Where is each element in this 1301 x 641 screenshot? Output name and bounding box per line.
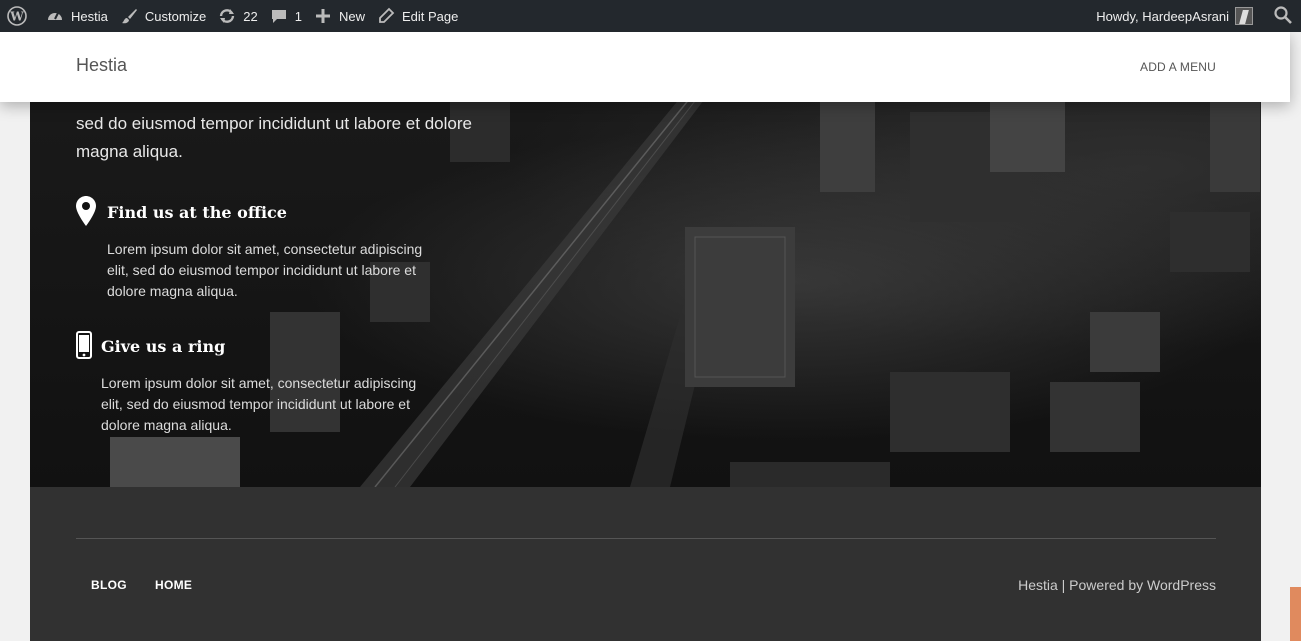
site-brand[interactable]: Hestia (76, 55, 127, 76)
dashboard-icon (45, 6, 65, 26)
paintbrush-icon (119, 6, 139, 26)
contact-lead-text: sed do eiusmod tempor incididunt ut labo… (76, 114, 472, 161)
site-name-menu[interactable]: Hestia (45, 0, 119, 32)
customize-label: Customize (144, 8, 207, 24)
wordpress-icon: W (7, 6, 27, 26)
office-text: Lorem ipsum dolor sit amet, consectetur … (107, 241, 423, 299)
wordpress-logo-menu[interactable]: W (0, 0, 45, 32)
map-marker-icon (76, 196, 96, 231)
site-footer: BLOG HOME Hestia | Powered by WordPress (30, 487, 1261, 641)
updates-link[interactable]: 22 (217, 0, 268, 32)
copyright-site: Hestia (1018, 577, 1058, 593)
footer-nav-blog[interactable]: BLOG (91, 578, 127, 592)
site-name-label: Hestia (71, 8, 108, 24)
copyright-separator: | Powered by (1057, 577, 1148, 593)
office-title: Find us at the office (107, 203, 287, 222)
new-label: New (338, 8, 365, 24)
pencil-icon (376, 6, 396, 26)
comment-icon (269, 6, 289, 26)
updates-count: 22 (243, 8, 258, 24)
edit-page-link[interactable]: Edit Page (376, 0, 469, 32)
site-header: Hestia ADD A MENU (0, 32, 1290, 102)
phone-title: Give us a ring (101, 337, 226, 356)
add-menu-link[interactable]: ADD A MENU (1140, 60, 1216, 74)
comments-count: 1 (294, 8, 302, 24)
wordpress-link[interactable]: WordPress (1147, 577, 1216, 593)
howdy-label: Howdy, HardeepAsrani (1096, 8, 1229, 24)
mobile-phone-icon (76, 331, 92, 364)
edit-page-label: Edit Page (402, 8, 459, 24)
page-content: sed do eiusmod tempor incididunt ut labo… (30, 32, 1261, 641)
customize-link[interactable]: Customize (119, 0, 217, 32)
footer-divider (76, 538, 1216, 539)
plus-icon (313, 6, 333, 26)
scroll-thumb[interactable] (1290, 587, 1301, 641)
footer-copyright: Hestia | Powered by WordPress (1018, 577, 1216, 593)
footer-nav-home[interactable]: HOME (155, 578, 192, 592)
new-content-menu[interactable]: New (313, 0, 376, 32)
svg-text:W: W (9, 10, 24, 24)
my-account-menu[interactable]: Howdy, HardeepAsrani (1096, 0, 1265, 32)
phone-text: Lorem ipsum dolor sit amet, consectetur … (101, 375, 417, 433)
search-icon (1273, 5, 1293, 28)
avatar (1235, 7, 1253, 25)
admin-bar: W Hestia Customize 22 1 New Edit Page Ho… (0, 0, 1301, 32)
updates-icon (217, 6, 237, 26)
page-scrollbar[interactable] (1290, 32, 1301, 641)
admin-search-button[interactable] (1265, 0, 1301, 32)
comments-link[interactable]: 1 (269, 0, 313, 32)
